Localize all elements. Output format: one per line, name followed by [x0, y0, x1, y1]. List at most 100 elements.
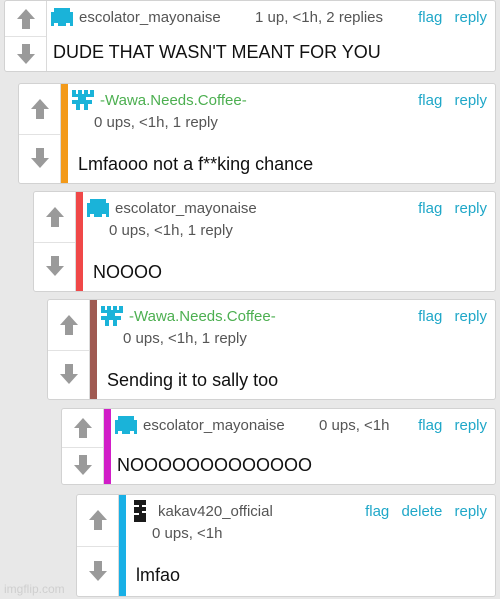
- downvote-button[interactable]: [48, 350, 90, 400]
- vote-box: [62, 409, 104, 484]
- reply-link[interactable]: reply: [454, 92, 487, 109]
- flag-link[interactable]: flag: [418, 9, 442, 26]
- vote-box: [19, 84, 61, 183]
- downvote-arrow-icon: [31, 148, 49, 169]
- comment-1: -Wawa.Needs.Coffee- flag reply 0 ups, <1…: [18, 83, 496, 184]
- comment-actions: flag delete reply: [357, 503, 487, 520]
- comment-text: Sending it to sally too: [107, 370, 279, 390]
- comment-4: escolator_mayonaise 0 ups, <1h flag repl…: [61, 408, 496, 485]
- comment-body: escolator_mayonaise 0 ups, <1h flag repl…: [111, 409, 495, 484]
- reply-depth-bar: [90, 300, 97, 399]
- comment-actions: flag reply: [410, 92, 487, 109]
- reply-depth-bar: [61, 84, 68, 183]
- pixel-avatar-icon: [72, 90, 94, 110]
- comment-text: NOOOO: [93, 262, 163, 282]
- delete-link[interactable]: delete: [401, 503, 442, 520]
- comment-body: escolator_mayonaise flag reply 0 ups, <1…: [83, 192, 495, 291]
- downvote-button[interactable]: [34, 242, 76, 292]
- downvote-button[interactable]: [19, 134, 61, 184]
- comment-body: escolator_mayonaise 1 up, <1h, 2 replies…: [47, 1, 495, 71]
- username[interactable]: escolator_mayonaise: [143, 417, 285, 434]
- upvote-arrow-icon: [31, 98, 49, 119]
- downvote-button[interactable]: [62, 447, 104, 485]
- username[interactable]: -Wawa.Needs.Coffee-: [129, 308, 276, 325]
- reply-link[interactable]: reply: [454, 200, 487, 217]
- user-avatar[interactable]: [129, 499, 153, 523]
- comment-text: Lmfaooo not a f**king chance: [78, 154, 314, 174]
- comment-2: escolator_mayonaise flag reply 0 ups, <1…: [33, 191, 496, 292]
- username[interactable]: escolator_mayonaise: [115, 200, 257, 217]
- comment-5: kakav420_official flag delete reply 0 up…: [76, 494, 496, 597]
- upvote-arrow-icon: [60, 314, 78, 335]
- downvote-arrow-icon: [74, 455, 92, 476]
- comment-meta: 1 up, <1h, 2 replies: [255, 9, 384, 26]
- vote-box: [5, 1, 47, 71]
- comment-header: -Wawa.Needs.Coffee- flag reply: [97, 304, 495, 328]
- downvote-button[interactable]: [77, 546, 119, 597]
- upvote-button[interactable]: [34, 192, 76, 242]
- comment-text: DUDE THAT WASN'T MEANT FOR YOU: [53, 42, 381, 62]
- upvote-arrow-icon: [17, 8, 35, 29]
- pixel-avatar-icon: [51, 8, 73, 26]
- comment-body: kakav420_official flag delete reply 0 up…: [126, 495, 495, 596]
- comment-meta: 0 ups, <1h, 1 reply: [123, 330, 247, 347]
- comment-actions: flag reply: [410, 9, 487, 26]
- reply-depth-bar: [76, 192, 83, 291]
- pixel-avatar-icon: [87, 199, 109, 217]
- reply-depth-bar: [104, 409, 111, 484]
- upvote-button[interactable]: [19, 84, 61, 134]
- comment-actions: flag reply: [410, 417, 487, 434]
- comment-meta: 0 ups, <1h, 1 reply: [109, 222, 233, 239]
- vote-box: [48, 300, 90, 399]
- vote-box: [34, 192, 76, 291]
- upvote-arrow-icon: [74, 417, 92, 438]
- pixel-avatar-icon: [115, 416, 137, 434]
- user-avatar[interactable]: [50, 5, 74, 29]
- pixel-avatar-icon: [101, 306, 123, 326]
- comment-3: -Wawa.Needs.Coffee- flag reply 0 ups, <1…: [47, 299, 496, 400]
- user-avatar[interactable]: [86, 196, 110, 220]
- upvote-button[interactable]: [48, 300, 90, 350]
- comment-body: -Wawa.Needs.Coffee- flag reply 0 ups, <1…: [97, 300, 495, 399]
- user-avatar[interactable]: [114, 413, 138, 437]
- downvote-arrow-icon: [89, 560, 107, 581]
- username[interactable]: kakav420_official: [158, 503, 273, 520]
- upvote-button[interactable]: [5, 1, 47, 36]
- vote-box: [77, 495, 119, 596]
- comment-body: -Wawa.Needs.Coffee- flag reply 0 ups, <1…: [68, 84, 495, 183]
- comment-0: escolator_mayonaise 1 up, <1h, 2 replies…: [4, 0, 496, 72]
- downvote-arrow-icon: [60, 364, 78, 385]
- comment-text: lmfao: [136, 565, 181, 585]
- flag-link[interactable]: flag: [418, 417, 442, 434]
- reply-link[interactable]: reply: [454, 503, 487, 520]
- flag-link[interactable]: flag: [418, 200, 442, 217]
- reply-link[interactable]: reply: [454, 9, 487, 26]
- comment-actions: flag reply: [410, 308, 487, 325]
- reply-link[interactable]: reply: [454, 417, 487, 434]
- comment-header: kakav420_official flag delete reply: [126, 499, 495, 523]
- comment-header: -Wawa.Needs.Coffee- flag reply: [68, 88, 495, 112]
- comment-header: escolator_mayonaise 0 ups, <1h flag repl…: [111, 413, 495, 437]
- comment-header: escolator_mayonaise 1 up, <1h, 2 replies…: [47, 5, 495, 29]
- user-avatar[interactable]: [100, 304, 124, 328]
- downvote-arrow-icon: [46, 256, 64, 277]
- upvote-button[interactable]: [77, 495, 119, 546]
- comment-actions: flag reply: [410, 200, 487, 217]
- reply-depth-bar: [119, 495, 126, 596]
- downvote-arrow-icon: [17, 43, 35, 64]
- flag-link[interactable]: flag: [365, 503, 389, 520]
- username[interactable]: -Wawa.Needs.Coffee-: [100, 92, 247, 109]
- pixel-avatar-icon: [134, 500, 146, 522]
- reply-link[interactable]: reply: [454, 308, 487, 325]
- comment-text: NOOOOOOOOOOOOO: [117, 455, 313, 475]
- username[interactable]: escolator_mayonaise: [79, 9, 221, 26]
- flag-link[interactable]: flag: [418, 308, 442, 325]
- user-avatar[interactable]: [71, 88, 95, 112]
- comment-header: escolator_mayonaise flag reply: [83, 196, 495, 220]
- comment-meta: 0 ups, <1h: [152, 525, 223, 542]
- comment-meta: 0 ups, <1h, 1 reply: [94, 114, 218, 131]
- downvote-button[interactable]: [5, 36, 47, 71]
- upvote-button[interactable]: [62, 409, 104, 447]
- upvote-arrow-icon: [89, 510, 107, 531]
- flag-link[interactable]: flag: [418, 92, 442, 109]
